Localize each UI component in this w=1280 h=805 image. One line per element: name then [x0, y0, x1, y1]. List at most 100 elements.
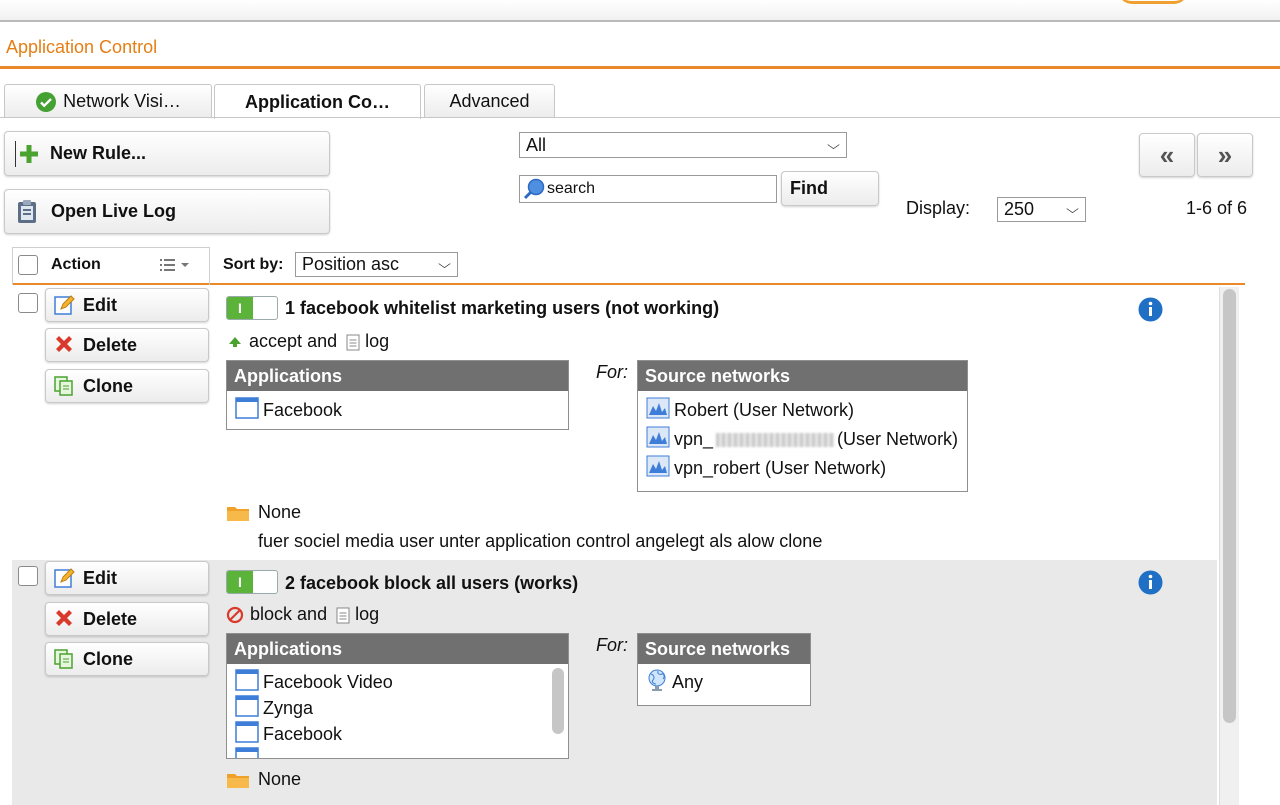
- rule-name: 1 facebook whitelist marketing users (no…: [285, 298, 720, 318]
- log-icon: [336, 606, 350, 624]
- toggle-on-indicator: I: [227, 571, 253, 593]
- clone-icon: [53, 648, 75, 670]
- source-networks-header: Source networks: [638, 361, 967, 391]
- next-page-button[interactable]: »: [1197, 133, 1253, 177]
- clone-icon: [53, 375, 75, 397]
- edit-label: Edit: [83, 294, 117, 315]
- sort-by-label: Sort by:: [223, 256, 284, 273]
- action-header-label: Action: [51, 256, 101, 273]
- display-label: Display:: [906, 198, 971, 218]
- rule-name: 2 facebook block all users (works): [285, 573, 579, 593]
- network-icon: [646, 397, 670, 424]
- applications-header: Applications: [227, 361, 568, 391]
- select-all-checkbox[interactable]: [18, 255, 38, 275]
- rule-checkbox[interactable]: [18, 566, 38, 586]
- applications-header: Applications: [227, 634, 568, 664]
- find-button[interactable]: Find: [781, 171, 879, 206]
- log-text: log: [365, 331, 390, 351]
- rule-enabled-toggle[interactable]: I: [226, 570, 278, 594]
- logo-arc: [1118, 0, 1188, 4]
- double-chevron-left-icon: «: [1159, 139, 1175, 170]
- source-network-name: (User Network): [837, 429, 959, 449]
- new-rule-button[interactable]: New Rule...: [4, 131, 330, 176]
- edit-button[interactable]: Edit: [45, 288, 209, 322]
- applications-scrollbar[interactable]: [552, 668, 564, 734]
- delete-button[interactable]: Delete: [45, 602, 209, 636]
- new-rule-label: New Rule...: [50, 143, 147, 163]
- sort-select[interactable]: Position asc ⌵: [295, 252, 458, 277]
- for-label: For:: [596, 362, 629, 382]
- chevron-down-icon: ⌵: [438, 257, 451, 271]
- network-icon: [646, 426, 670, 453]
- delete-x-icon: [53, 334, 75, 356]
- source-network-name: vpn_robert (User Network): [674, 458, 887, 478]
- column-menu-icon[interactable]: [160, 257, 190, 273]
- rule-enabled-toggle[interactable]: I: [226, 296, 278, 320]
- check-circle-icon: [35, 91, 57, 113]
- block-icon: [226, 606, 244, 624]
- source-networks-panel: Source networks Any: [637, 633, 811, 706]
- delete-button[interactable]: Delete: [45, 328, 209, 362]
- tab-advanced[interactable]: Advanced: [424, 84, 555, 118]
- title-divider: [0, 66, 1280, 69]
- edit-button[interactable]: Edit: [45, 561, 209, 595]
- info-icon[interactable]: [1138, 297, 1163, 327]
- find-label: Find: [790, 178, 828, 198]
- rule-checkbox[interactable]: [18, 293, 38, 313]
- chevron-down-icon: ⌵: [1066, 202, 1079, 216]
- log-text: log: [355, 604, 380, 624]
- application-name: Facebook: [263, 399, 343, 420]
- application-item: Facebook: [227, 720, 568, 747]
- tab-label: Application Co…: [245, 91, 390, 112]
- delete-label: Delete: [83, 334, 138, 355]
- open-live-log-button[interactable]: Open Live Log: [4, 189, 330, 234]
- rule-action-line: accept and log: [228, 331, 389, 352]
- tab-label: Network Visi…: [63, 91, 181, 111]
- tab-network-visibility[interactable]: Network Visi…: [4, 84, 212, 118]
- previous-page-button[interactable]: «: [1139, 133, 1195, 177]
- toggle-on-indicator: I: [227, 297, 253, 319]
- source-network-item: vpn_ (User Network): [638, 425, 967, 454]
- rule-row: [12, 560, 1217, 805]
- application-item: Zynga: [227, 694, 568, 722]
- application-item: Facebook: [227, 391, 568, 429]
- arrow-up-icon: [228, 336, 242, 348]
- application-window-icon: [235, 668, 259, 696]
- info-icon[interactable]: [1138, 570, 1163, 600]
- application-item: Facebook Video: [227, 668, 568, 696]
- source-network-name: Robert (User Network): [674, 400, 855, 420]
- tab-application-control[interactable]: Application Co…: [214, 84, 421, 119]
- source-network-item: Robert (User Network): [638, 396, 967, 425]
- page-title: Application Control: [6, 37, 158, 57]
- plus-icon: [18, 143, 40, 165]
- application-window-icon: [235, 694, 259, 722]
- top-bar: [0, 0, 1280, 22]
- display-select[interactable]: 250 ⌵: [997, 197, 1086, 222]
- edit-label: Edit: [83, 567, 117, 588]
- search-icon: [523, 177, 547, 201]
- double-chevron-right-icon: »: [1217, 139, 1233, 170]
- application-item-partial: [227, 746, 568, 758]
- applications-panel: Applications Facebook: [226, 360, 569, 430]
- delete-label: Delete: [83, 608, 138, 629]
- applications-panel: Applications Facebook Video Zynga Facebo…: [226, 633, 569, 759]
- text-cursor: [15, 140, 16, 167]
- sort-select-value: Position asc: [302, 254, 400, 274]
- clone-label: Clone: [83, 375, 134, 396]
- source-network-name: Any: [672, 672, 704, 692]
- source-networks-header: Source networks: [638, 634, 810, 664]
- network-icon: [646, 455, 670, 482]
- time-value: None: [258, 769, 302, 789]
- application-window-icon: [235, 746, 259, 758]
- time-value: None: [258, 502, 302, 522]
- rules-scrollbar-thumb[interactable]: [1223, 289, 1236, 723]
- search-input[interactable]: search: [519, 175, 777, 203]
- open-live-log-label: Open Live Log: [51, 201, 177, 221]
- filter-select[interactable]: All ⌵: [519, 132, 847, 158]
- redacted-block: [716, 432, 835, 447]
- application-window-icon: [235, 396, 259, 424]
- pagination-count: 1-6 of 6: [1186, 198, 1248, 218]
- clone-button[interactable]: Clone: [45, 642, 209, 676]
- clone-button[interactable]: Clone: [45, 369, 209, 403]
- time-line: None: [226, 769, 301, 790]
